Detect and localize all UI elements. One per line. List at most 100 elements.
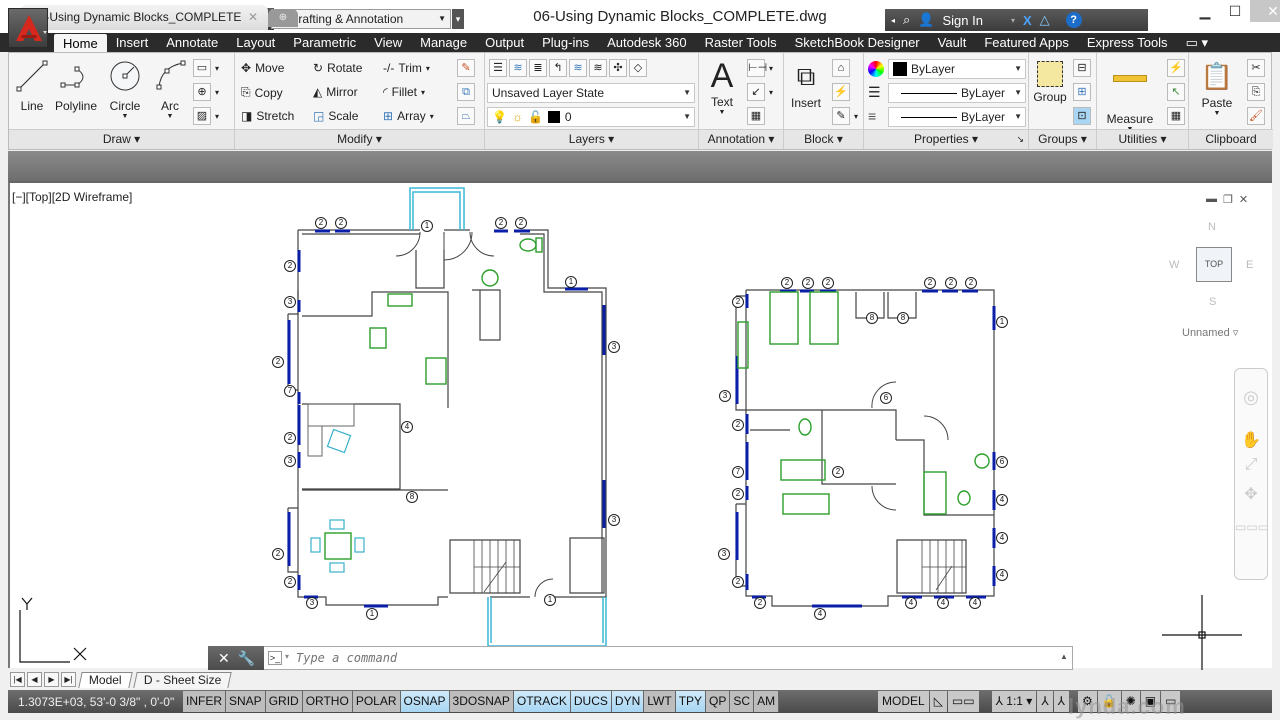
viewcube-south[interactable]: S: [1209, 296, 1216, 308]
first-floor-tag: 2: [284, 260, 296, 272]
annotation-visibility-icon[interactable]: ⅄: [1037, 691, 1053, 712]
ucs-icon: [19, 597, 87, 663]
second-floor-tag: 8: [897, 312, 909, 324]
second-floor-fixtures: [737, 291, 990, 515]
second-floor-tag: 1: [996, 316, 1008, 328]
second-floor-tag: 7: [732, 466, 744, 478]
first-floor-tag: 3: [306, 597, 318, 609]
toggle-lwt[interactable]: LWT: [644, 691, 676, 712]
first-floor-doors: [395, 231, 554, 598]
coordinates-readout[interactable]: 1.3073E+03, 53'-0 3/8" , 0'-0": [8, 695, 183, 709]
orbit-icon[interactable]: ✥: [1235, 484, 1267, 504]
pan-icon[interactable]: ✋: [1235, 430, 1267, 450]
layout-tabs-bar: |◀ ◀ ▶ ▶| Model D - Sheet Size: [8, 670, 1272, 689]
first-floor-tag: 2: [515, 217, 527, 229]
first-floor-chairs: [310, 428, 365, 573]
second-floor-tag: 3: [718, 548, 730, 560]
viewcube-west[interactable]: W: [1169, 259, 1179, 271]
last-layout-button[interactable]: ▶|: [61, 672, 76, 687]
first-floor-tag: 1: [421, 220, 433, 232]
quick-view-drawings-icon[interactable]: ▭▭: [947, 691, 979, 712]
second-floor-tag: 4: [814, 608, 826, 620]
showmotion-icon[interactable]: ▭▭▭: [1235, 520, 1269, 534]
second-floor-tag: 8: [866, 312, 878, 324]
autocad-logo-icon: [16, 15, 47, 41]
toggle-osnap[interactable]: OSNAP: [400, 691, 450, 712]
second-floor-tag: 4: [905, 597, 917, 609]
second-floor-tag: 2: [822, 277, 834, 289]
second-floor-tag: 2: [965, 277, 977, 289]
wrench-icon[interactable]: 🔧: [238, 650, 255, 667]
second-floor-tag: 2: [802, 277, 814, 289]
toggle-3dosnap[interactable]: 3DOSNAP: [449, 691, 514, 712]
next-layout-button[interactable]: ▶: [44, 672, 59, 687]
first-floor-tag: 2: [284, 432, 296, 444]
first-floor-tag: 1: [366, 608, 378, 620]
recent-commands-dropdown[interactable]: ▾: [285, 652, 289, 661]
first-floor-tag: 3: [608, 514, 620, 526]
second-floor-tag: 2: [832, 466, 844, 478]
second-floor-tag: 6: [996, 456, 1008, 468]
toggle-grid[interactable]: GRID: [265, 691, 303, 712]
layout-tab-model[interactable]: Model: [78, 671, 133, 688]
ucs-menu[interactable]: Unnamed ▿: [1182, 326, 1238, 339]
second-floor-tag: 2: [732, 419, 744, 431]
first-floor-tag: 7: [284, 385, 296, 397]
first-floor-walls: [287, 229, 607, 606]
first-floor-porch: [409, 187, 607, 647]
second-floor-tag: 2: [945, 277, 957, 289]
viewcube-east[interactable]: E: [1246, 259, 1253, 271]
first-floor-tag: 1: [544, 594, 556, 606]
second-floor-tag: 2: [781, 277, 793, 289]
second-floor-tag: 4: [937, 597, 949, 609]
toggle-tpy[interactable]: TPY: [675, 691, 707, 712]
first-floor-tag: 1: [565, 276, 577, 288]
second-floor-tag: 4: [996, 569, 1008, 581]
first-floor-tag: 3: [284, 296, 296, 308]
toggle-polar[interactable]: POLAR: [352, 691, 401, 712]
auto-scale-icon[interactable]: ⅄: [1053, 691, 1070, 712]
toggle-snap[interactable]: SNAP: [226, 691, 266, 712]
toggle-am[interactable]: AM: [754, 691, 780, 712]
drafting-toggles: INFER SNAP GRID ORTHO POLAR OSNAP 3DOSNAP OTRAC…: [183, 691, 780, 712]
toggle-infer[interactable]: INFER: [183, 691, 226, 712]
toggle-otrack[interactable]: OTRACK: [513, 691, 571, 712]
quick-view-layouts-icon[interactable]: ◺: [929, 691, 947, 712]
first-floor-tag: 2: [284, 576, 296, 588]
second-floor-tag: 6: [880, 392, 892, 404]
application-menu-button[interactable]: [8, 8, 48, 48]
second-floor-tag: 2: [754, 597, 766, 609]
viewcube-north[interactable]: N: [1208, 221, 1216, 233]
floor-plan-drawing: [19, 187, 1242, 671]
prev-layout-button[interactable]: ◀: [27, 672, 42, 687]
model-space-button[interactable]: MODEL: [878, 691, 929, 712]
crosshair-cursor: [1162, 595, 1242, 671]
first-floor-fixtures: [324, 237, 543, 560]
second-floor-tag: 2: [732, 296, 744, 308]
annotation-scale[interactable]: ⅄ 1:1 ▾: [991, 691, 1037, 712]
second-floor-tag: 4: [996, 494, 1008, 506]
first-layout-button[interactable]: |◀: [10, 672, 25, 687]
first-floor-tag: 4: [401, 421, 413, 433]
first-floor-tag: 2: [335, 217, 347, 229]
command-input[interactable]: [296, 651, 1036, 665]
toggle-sc[interactable]: SC: [730, 691, 755, 712]
viewcube-top-face[interactable]: TOP: [1196, 247, 1232, 282]
steering-wheel-icon[interactable]: ◎: [1235, 387, 1267, 408]
toggle-qp[interactable]: QP: [706, 691, 731, 712]
layout-tab-d-sheet-size[interactable]: D - Sheet Size: [132, 671, 232, 688]
second-floor-tag: 4: [996, 532, 1008, 544]
zoom-extents-icon[interactable]: ⤢: [1235, 456, 1267, 474]
recent-commands-icon[interactable]: >_: [268, 651, 282, 665]
first-floor-windows: [287, 229, 606, 608]
toggle-ortho[interactable]: ORTHO: [302, 691, 353, 712]
navigation-bar: ◎ ✋ ⤢ ✥ ▭▭▭: [1234, 368, 1269, 580]
command-history-arrow[interactable]: ▲: [1060, 652, 1068, 661]
first-floor-stairs: [473, 540, 520, 593]
toggle-ducs[interactable]: DUCS: [570, 691, 612, 712]
close-command-line-icon[interactable]: ✕: [218, 650, 230, 667]
first-floor-tag: 2: [272, 548, 284, 560]
toggle-dyn[interactable]: DYN: [611, 691, 645, 712]
second-floor-stairs: [921, 540, 966, 593]
first-floor-tag: 3: [284, 455, 296, 467]
